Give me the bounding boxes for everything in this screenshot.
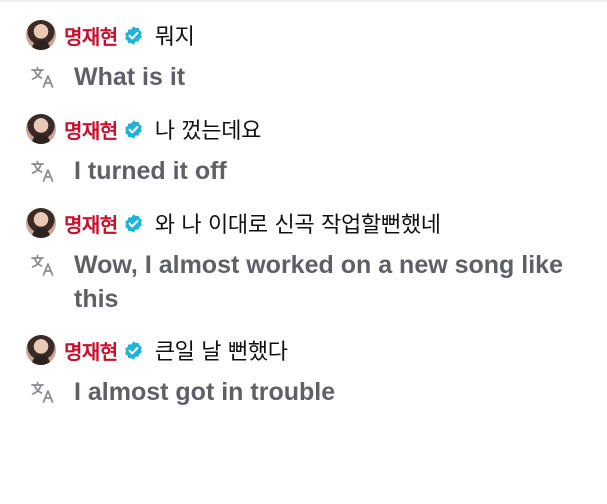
translate-icon[interactable]	[30, 64, 56, 90]
original-message-row: 명재현 나 껐는데요	[26, 112, 596, 146]
chat-message: 명재현 큰일 날 뻔했다 I almost got in trouble	[26, 333, 596, 409]
translation-row: What is it	[26, 60, 596, 94]
verified-badge-icon	[124, 340, 142, 360]
translation-text: I turned it off	[74, 157, 227, 185]
chat-message: 명재현 뭐지 What is it	[26, 18, 596, 94]
chat-message-list: 명재현 뭐지 What is it 명재현 나 껐는데요 I turned it…	[26, 18, 596, 419]
username[interactable]: 명재현	[64, 115, 118, 144]
username[interactable]: 명재현	[64, 209, 118, 238]
original-message-row: 명재현 와 나 이대로 신곡 작업할뻔했네	[26, 206, 596, 240]
original-text: 뭐지	[154, 25, 195, 50]
translation-text: I almost got in trouble	[74, 378, 336, 406]
original-message-row: 명재현 큰일 날 뻔했다	[26, 333, 596, 367]
original-text: 와 나 이대로 신곡 작업할뻔했네	[154, 213, 441, 238]
original-text: 나 껐는데요	[154, 119, 262, 144]
chat-message: 명재현 나 껐는데요 I turned it off	[26, 112, 596, 188]
verified-badge-icon	[124, 119, 142, 139]
avatar[interactable]	[26, 114, 56, 144]
original-message-row: 명재현 뭐지	[26, 18, 596, 52]
translation-text: Wow, I almost worked on a new song like …	[74, 251, 563, 313]
username[interactable]: 명재현	[64, 21, 118, 50]
verified-badge-icon	[124, 25, 142, 45]
translation-row: I almost got in trouble	[26, 375, 596, 409]
translation-row: Wow, I almost worked on a new song like …	[26, 248, 596, 316]
translation-row: I turned it off	[26, 154, 596, 188]
username[interactable]: 명재현	[64, 336, 118, 365]
top-divider	[0, 0, 607, 2]
original-text: 큰일 날 뻔했다	[154, 340, 288, 365]
chat-message: 명재현 와 나 이대로 신곡 작업할뻔했네 Wow, I almost work…	[26, 206, 596, 316]
avatar[interactable]	[26, 208, 56, 238]
avatar[interactable]	[26, 335, 56, 365]
translate-icon[interactable]	[30, 252, 56, 278]
verified-badge-icon	[124, 213, 142, 233]
translation-text: What is it	[74, 63, 186, 91]
avatar[interactable]	[26, 20, 56, 50]
translate-icon[interactable]	[30, 379, 56, 405]
translate-icon[interactable]	[30, 158, 56, 184]
